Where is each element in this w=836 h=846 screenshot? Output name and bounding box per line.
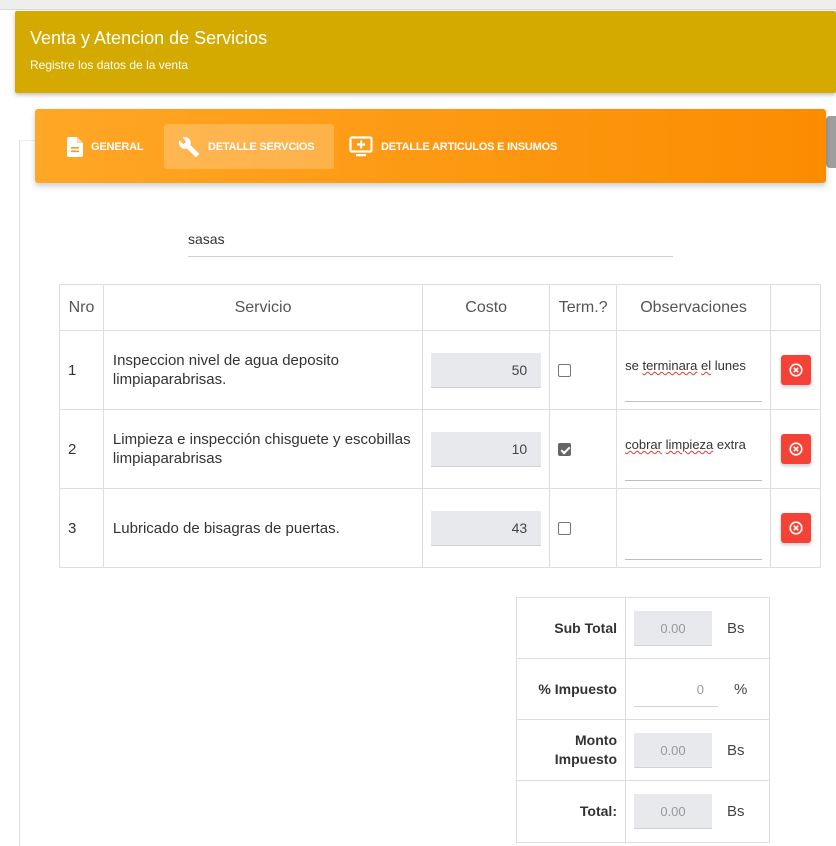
document-icon xyxy=(67,136,83,157)
delete-row-button[interactable] xyxy=(780,434,811,464)
delete-row-button[interactable] xyxy=(780,355,811,385)
obs-text: lunes xyxy=(711,358,746,373)
total-field[interactable]: 0.00 xyxy=(634,794,712,829)
table-row: 3 Lubricado de bisagras de puertas. 43 xyxy=(59,488,821,568)
costo-input[interactable]: 10 xyxy=(431,431,542,467)
terminado-checkbox[interactable] xyxy=(558,442,572,456)
table-header-row: Nro Servicio Costo Term.? Observaciones xyxy=(59,284,821,331)
header-servicio: Servicio xyxy=(102,284,424,331)
tab-detalle-servicios[interactable]: DETALLE SERVCIOS xyxy=(164,124,334,169)
header-actions xyxy=(770,284,821,331)
terminado-checkbox[interactable] xyxy=(558,521,572,535)
row-nro: 3 xyxy=(59,488,104,568)
page-subtitle: Registre los datos de la venta xyxy=(30,58,189,72)
row-nro: 1 xyxy=(59,330,104,410)
page-header: Venta y Atencion de Servicios Registre l… xyxy=(15,11,836,93)
tab-detalle-articulos[interactable]: DETALLE ARTICULOS E INSUMOS xyxy=(337,124,597,169)
impuesto-row: % Impuesto 0% xyxy=(516,658,770,720)
monto-label-line1: Monto xyxy=(575,732,617,748)
subtotal-row: Sub Total 0.00 Bs xyxy=(516,597,770,659)
observaciones-input[interactable] xyxy=(625,509,763,560)
client-name-input[interactable] xyxy=(188,228,673,257)
costo-input[interactable]: 43 xyxy=(431,510,542,546)
observaciones-input[interactable]: se terminara el lunes xyxy=(625,351,763,402)
total-row: Total: 0.00 Bs xyxy=(516,780,770,843)
obs-text-misspelled: cobrar xyxy=(625,437,662,452)
currency-label: Bs xyxy=(727,803,745,820)
services-table: Nro Servicio Costo Term.? Observaciones … xyxy=(59,284,821,568)
monto-impuesto-label: Monto Impuesto xyxy=(516,719,626,781)
tab-general-label: GENERAL xyxy=(91,140,144,153)
wrench-icon xyxy=(178,136,200,158)
row-servicio: Lubricado de bisagras de puertas. xyxy=(102,488,424,568)
monto-label-line2: Impuesto xyxy=(554,751,617,767)
observaciones-input[interactable]: cobrar limpieza extra xyxy=(625,430,763,481)
obs-text-misspelled: el xyxy=(701,358,712,373)
tab-bar: GENERAL DETALLE SERVCIOS DETALLE ARTICUL… xyxy=(35,109,826,183)
row-servicio: Inspeccion nivel de agua deposito limpia… xyxy=(102,330,424,410)
obs-text: se xyxy=(625,358,643,373)
close-circle-icon xyxy=(788,442,803,456)
header-observaciones: Observaciones xyxy=(616,284,772,331)
add-to-queue-icon xyxy=(349,135,373,158)
browser-top-bar xyxy=(0,0,836,10)
percent-label: % xyxy=(734,680,748,698)
impuesto-input[interactable]: 0 xyxy=(634,672,718,707)
costo-input[interactable]: 50 xyxy=(431,352,542,388)
tab-detalle-servicios-label: DETALLE SERVCIOS xyxy=(208,140,315,153)
monto-impuesto-field[interactable]: 0.00 xyxy=(634,732,712,768)
delete-row-button[interactable] xyxy=(780,513,811,543)
subtotal-field[interactable]: 0.00 xyxy=(634,610,712,646)
page-title: Venta y Atencion de Servicios xyxy=(30,28,268,48)
header-nro: Nro xyxy=(59,284,104,331)
row-servicio: Limpieza e inspección chisguete y escobi… xyxy=(102,409,424,489)
table-row: 2 Limpieza e inspección chisguete y esco… xyxy=(59,409,821,489)
obs-text-misspelled: limpieza xyxy=(665,437,714,452)
scrollbar-handle[interactable] xyxy=(826,116,836,168)
currency-label: Bs xyxy=(727,619,745,637)
close-circle-icon xyxy=(788,363,803,377)
monto-impuesto-row: Monto Impuesto 0.00 Bs xyxy=(516,719,770,781)
total-label: Total: xyxy=(516,780,626,843)
obs-text-misspelled: terminara xyxy=(642,358,698,373)
row-nro: 2 xyxy=(59,409,104,489)
tab-detalle-articulos-label: DETALLE ARTICULOS E INSUMOS xyxy=(381,140,558,153)
subtotal-label: Sub Total xyxy=(516,597,626,659)
totals-table: Sub Total 0.00 Bs % Impuesto 0% Monto Impu… xyxy=(516,597,770,843)
terminado-checkbox[interactable] xyxy=(558,363,572,377)
currency-label: Bs xyxy=(727,741,745,759)
obs-text: extra xyxy=(713,437,746,452)
impuesto-label: % Impuesto xyxy=(516,658,626,720)
close-circle-icon xyxy=(788,521,803,535)
table-row: 1 Inspeccion nivel de agua deposito limp… xyxy=(59,330,821,410)
header-term: Term.? xyxy=(549,284,618,331)
header-costo: Costo xyxy=(422,284,551,331)
tab-general[interactable]: GENERAL xyxy=(53,124,163,169)
